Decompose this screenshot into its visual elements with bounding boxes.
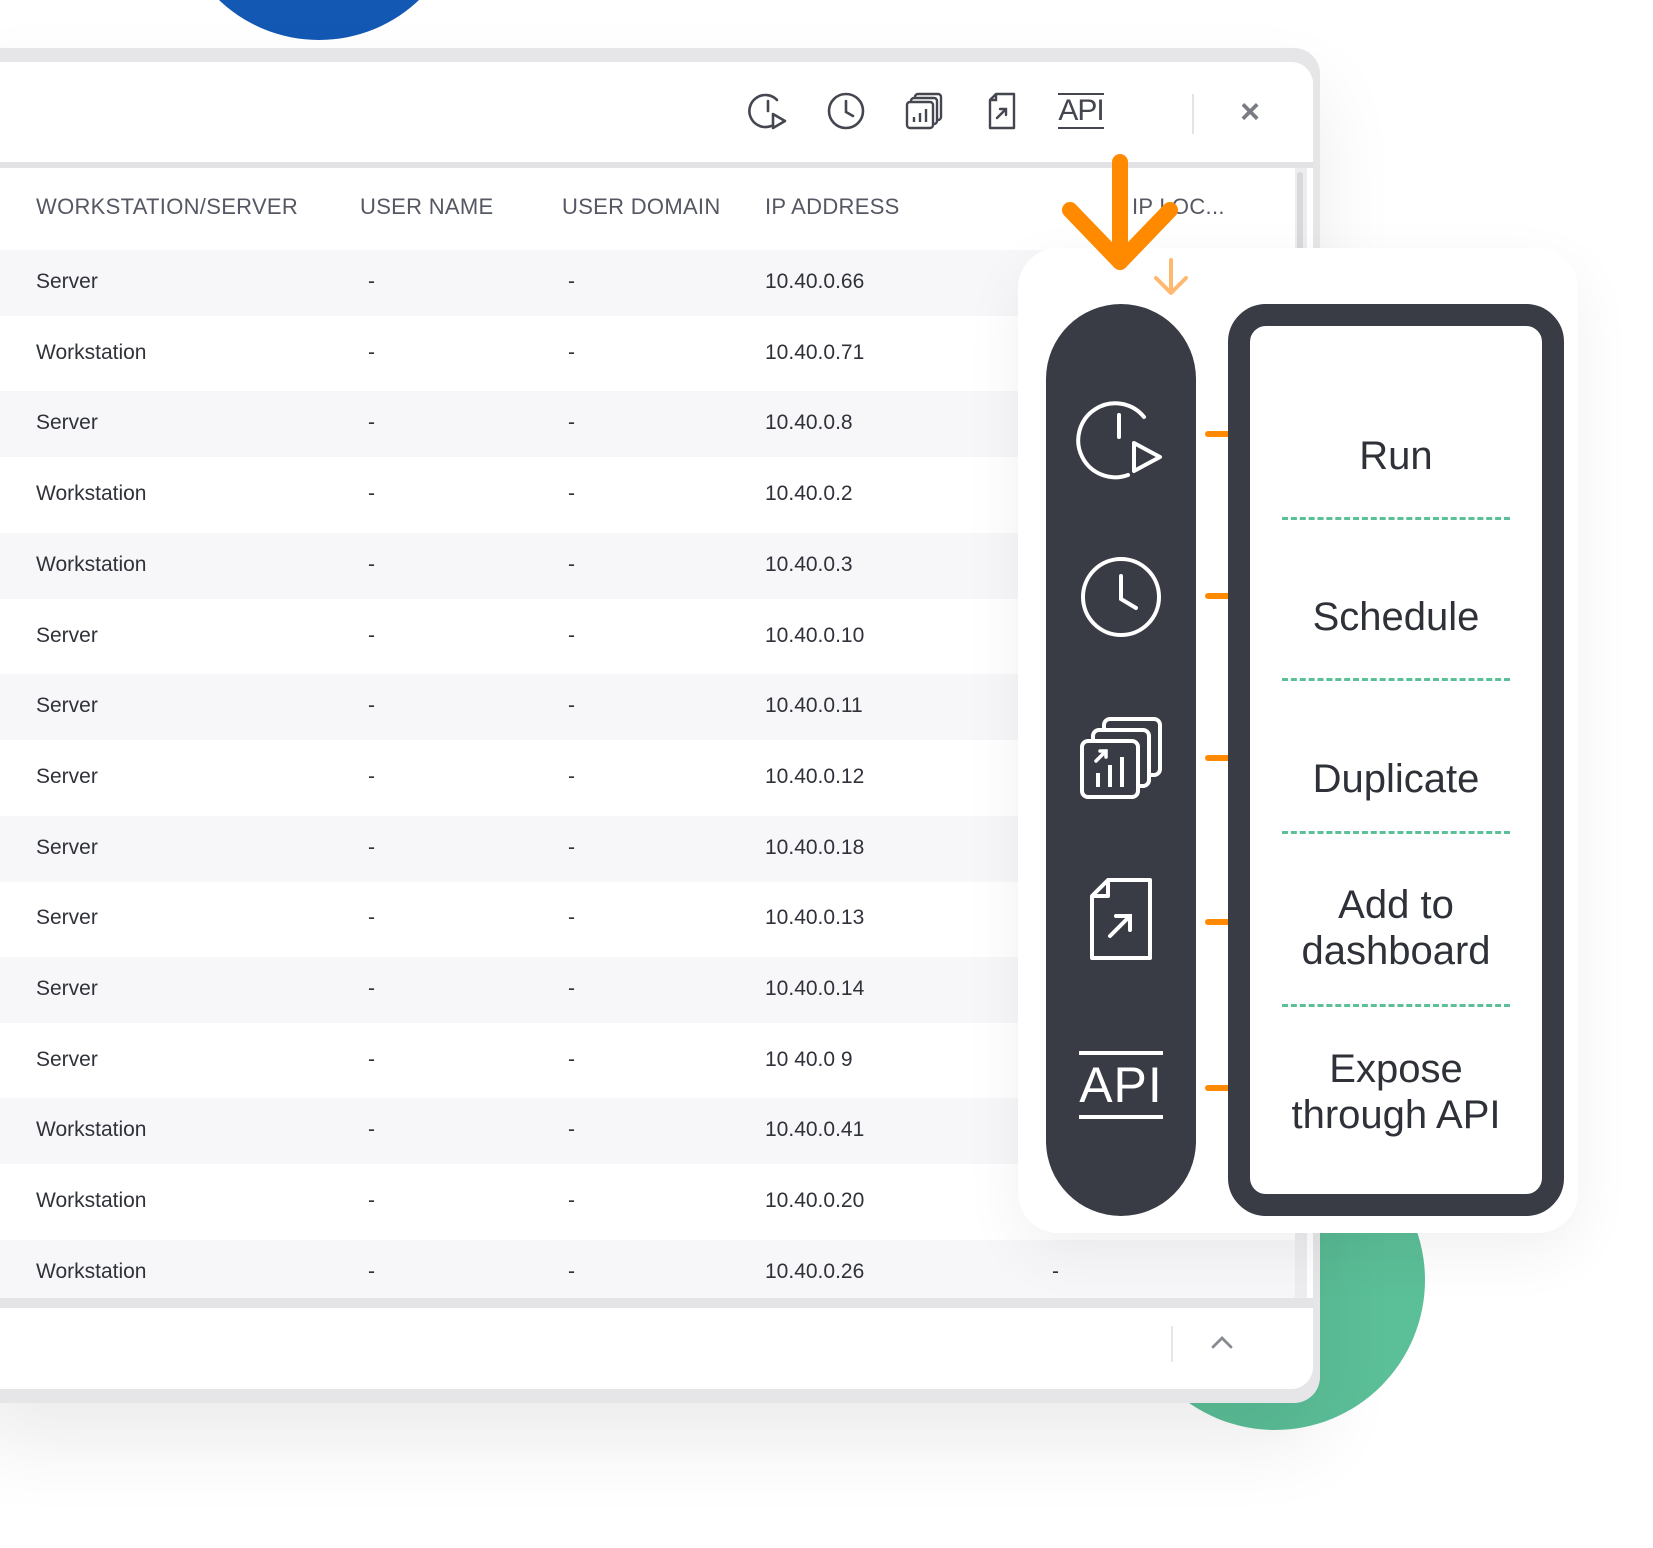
api-icon-label: API xyxy=(1079,1051,1163,1119)
cell-user-name: - xyxy=(368,1118,375,1142)
legend-divider xyxy=(1282,1004,1510,1007)
cell-ip-address: 10.40.0.14 xyxy=(765,977,865,1000)
legend-divider xyxy=(1282,517,1510,520)
cell-workstation-server: Server xyxy=(36,977,98,1000)
api-icon[interactable]: API xyxy=(1076,1040,1166,1130)
cell-user-name: - xyxy=(368,977,375,1000)
cell-workstation-server: Server xyxy=(36,764,98,788)
cell-user-name: - xyxy=(368,270,375,293)
cell-workstation-server: Workstation xyxy=(36,552,147,576)
cell-user-name: - xyxy=(368,1047,375,1071)
cell-user-name: - xyxy=(368,482,375,506)
cell-user-name: - xyxy=(368,835,375,859)
cell-user-domain: - xyxy=(568,1189,575,1213)
cell-workstation-server: Workstation xyxy=(36,1118,147,1142)
toolbar-divider xyxy=(1192,94,1194,134)
cell-user-domain: - xyxy=(568,1047,575,1071)
cell-ip-address: 10.40.0.41 xyxy=(765,1118,865,1142)
chevron-up-icon[interactable] xyxy=(1198,1318,1246,1366)
cell-workstation-server: Server xyxy=(36,694,98,718)
cell-ip-address: 10 40.0 9 xyxy=(765,1047,853,1071)
cell-workstation-server: Workstation xyxy=(36,340,147,364)
cell-workstation-server: Workstation xyxy=(36,1189,147,1213)
legend-divider xyxy=(1282,678,1510,681)
api-icon-label: API xyxy=(1058,93,1105,129)
duplicate-icon[interactable] xyxy=(899,86,949,136)
cell-ip-address: 10.40.0.2 xyxy=(765,482,853,506)
legend-item-schedule: Schedule xyxy=(1312,595,1480,639)
cell-user-domain: - xyxy=(568,977,575,1000)
cell-workstation-server: Workstation xyxy=(36,482,147,506)
column-header-user-domain[interactable]: USER DOMAIN xyxy=(562,194,721,220)
cell-user-name: - xyxy=(368,906,375,930)
cell-workstation-server: Server xyxy=(36,1047,98,1071)
cell-user-name: - xyxy=(368,340,375,364)
column-header-workstation-server[interactable]: WORKSTATION/SERVER xyxy=(36,194,298,220)
schedule-icon[interactable] xyxy=(1076,552,1166,642)
footer-divider xyxy=(1171,1326,1173,1362)
cell-ip-address: 10.40.0.18 xyxy=(765,835,865,859)
duplicate-icon[interactable] xyxy=(1076,713,1166,803)
cell-ip-address: 10.40.0.10 xyxy=(765,623,865,647)
cell-user-domain: - xyxy=(568,694,575,718)
cell-user-name: - xyxy=(368,411,375,435)
cell-workstation-server: Server xyxy=(36,835,98,859)
decorative-blue-circle xyxy=(174,0,464,40)
close-icon[interactable]: × xyxy=(1226,88,1274,136)
legend-item-run: Run xyxy=(1359,434,1433,478)
cell-ip-address: 10.40.0.20 xyxy=(765,1189,865,1213)
cell-user-domain: - xyxy=(568,482,575,506)
run-icon[interactable] xyxy=(1076,393,1166,483)
cell-user-domain: - xyxy=(568,835,575,859)
window-footer xyxy=(0,1298,1313,1389)
cell-workstation-server: Server xyxy=(36,906,98,930)
toolbar: API × xyxy=(0,62,1313,162)
cell-user-domain: - xyxy=(568,270,575,293)
cell-ip-address: 10.40.0.8 xyxy=(765,411,853,435)
cell-user-domain: - xyxy=(568,340,575,364)
actions-legend-card: Run Schedule Duplicate Add to dashboard … xyxy=(1228,304,1564,1216)
add-to-dashboard-icon[interactable] xyxy=(977,86,1027,136)
api-icon[interactable]: API xyxy=(1051,86,1111,136)
cell-user-domain: - xyxy=(568,552,575,576)
cell-user-name: - xyxy=(368,623,375,647)
cell-workstation-server: Server xyxy=(36,411,98,435)
cell-user-name: - xyxy=(368,764,375,788)
add-to-dashboard-icon[interactable] xyxy=(1076,874,1166,964)
cell-workstation-server: Workstation xyxy=(36,1259,147,1283)
cell-user-domain: - xyxy=(568,1259,575,1283)
schedule-icon[interactable] xyxy=(821,86,871,136)
cell-user-domain: - xyxy=(568,623,575,647)
legend-item-duplicate: Duplicate xyxy=(1312,757,1480,801)
run-icon[interactable] xyxy=(743,86,793,136)
cell-ip-address: 10.40.0.11 xyxy=(765,694,863,718)
cell-ip-address: 10.40.0.66 xyxy=(765,270,865,293)
cell-ip-address: 10.40.0.26 xyxy=(765,1259,865,1283)
cell-user-domain: - xyxy=(568,906,575,930)
column-header-ip-address[interactable]: IP ADDRESS xyxy=(765,194,900,220)
column-header-user-name[interactable]: USER NAME xyxy=(360,194,494,220)
cell-user-domain: - xyxy=(568,764,575,788)
cell-ip-address: 10.40.0.12 xyxy=(765,764,865,788)
table-row[interactable]: Workstation - - 10.40.0.26 - xyxy=(0,1239,1295,1298)
cell-user-name: - xyxy=(368,694,375,718)
cell-user-domain: - xyxy=(568,411,575,435)
cell-ip-address: 10.40.0.71 xyxy=(765,340,865,364)
legend-divider xyxy=(1282,831,1510,834)
small-arrow-down-icon xyxy=(1154,258,1188,295)
cell-ip-address: 10.40.0.13 xyxy=(765,906,865,930)
cell-user-name: - xyxy=(368,1189,375,1213)
legend-item-add-to-dashboard: Add to dashboard xyxy=(1301,883,1491,973)
cell-ip-location: - xyxy=(1052,1259,1059,1283)
cell-user-domain: - xyxy=(568,1118,575,1142)
cell-user-name: - xyxy=(368,1259,375,1283)
close-icon-glyph: × xyxy=(1240,92,1260,131)
cell-ip-address: 10.40.0.3 xyxy=(765,552,853,576)
cell-workstation-server: Server xyxy=(36,270,98,293)
legend-item-expose-through-api: Expose through API xyxy=(1291,1047,1501,1137)
cell-workstation-server: Server xyxy=(36,623,98,647)
cell-user-name: - xyxy=(368,552,375,576)
